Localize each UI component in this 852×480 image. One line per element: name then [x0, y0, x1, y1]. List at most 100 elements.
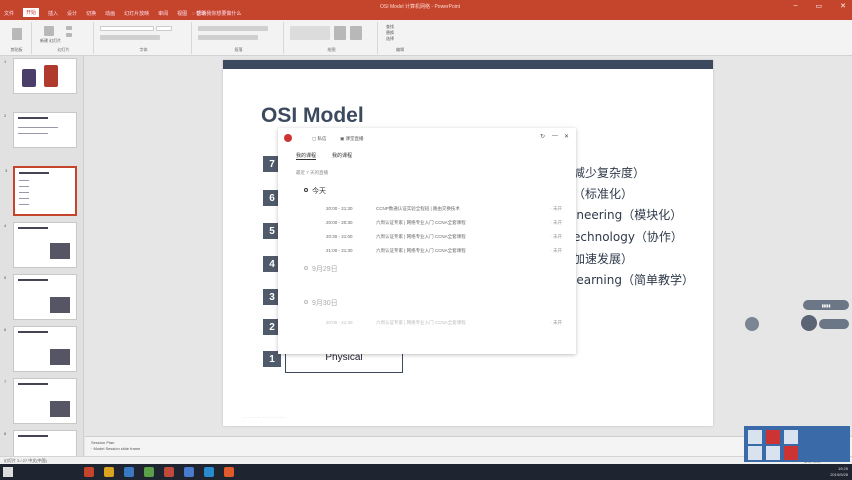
tab-my-courses-alt[interactable]: 我的课程: [332, 152, 352, 160]
close-icon[interactable]: ✕: [564, 133, 569, 140]
slide-thumbnail[interactable]: 4: [4, 222, 77, 268]
row-time: 20:30 - 21:00: [326, 234, 353, 239]
thumbnail-number: 7: [4, 379, 7, 384]
thumbnail-number: 1: [4, 59, 7, 64]
menu-insert[interactable]: 插入: [48, 10, 58, 17]
folder-taskbar-icon[interactable]: [104, 467, 114, 477]
avatar[interactable]: [284, 134, 292, 142]
thumbnail-art: [50, 401, 70, 417]
shapes-gallery[interactable]: [290, 26, 330, 40]
slide-thumbnail[interactable]: 1: [4, 58, 77, 94]
day-marker-icon: [304, 300, 308, 304]
menu-animations[interactable]: 动画: [105, 10, 115, 17]
reason-line: learning（简单教学）: [573, 273, 694, 287]
ribbon: 剪贴板 新建 幻灯片 幻灯片 字体 段落 绘图 查找 替换 选择 编辑: [0, 20, 852, 56]
thumbnail-line: [18, 127, 58, 128]
row-time: 20:00 - 20:30: [326, 220, 353, 225]
menu-slideshow[interactable]: 幻灯片放映: [124, 10, 149, 17]
clock-date: 2019/9/28: [830, 472, 848, 477]
windows-start-icon[interactable]: [3, 467, 13, 477]
app-taskbar-icon[interactable]: [184, 467, 194, 477]
live-status-pill[interactable]: ▮▮▮▮: [803, 300, 849, 310]
slide-thumbnail[interactable]: 2: [4, 112, 77, 148]
row-title: 六周认证专家 | 网络专业入门 CCNA全套课程: [376, 234, 466, 239]
app-taskbar-icon[interactable]: [164, 467, 174, 477]
slide-thumbnail[interactable]: 7: [4, 378, 77, 424]
new-slide-label[interactable]: 新建 幻灯片: [40, 38, 61, 44]
new-slide-icon[interactable]: [44, 26, 54, 36]
timer-pill[interactable]: [819, 319, 849, 329]
ribbon-group-label: 编辑: [396, 47, 404, 52]
menu-review[interactable]: 审阅: [158, 10, 168, 17]
reason-line: （标准化）: [573, 187, 634, 201]
align-buttons[interactable]: [198, 35, 258, 40]
row-time: 20:00 - 21:30: [326, 206, 353, 211]
thumbnail-title: [18, 117, 48, 119]
refresh-icon[interactable]: ↻: [540, 133, 545, 140]
menu-file[interactable]: 文件: [4, 10, 14, 17]
maximize-icon[interactable]: ▭: [816, 2, 823, 10]
title-bar: 文件 开始 插入 设计 切换 动画 幻灯片放映 审阅 视图 帮助 ◌ 告诉我你想…: [0, 0, 852, 20]
menu-transitions[interactable]: 切换: [86, 10, 96, 17]
row-title: CCNP数通认证实验全程班 | 路由交换技术: [376, 206, 460, 211]
tab-my-courses[interactable]: 我的课程: [296, 152, 317, 160]
font-size-select[interactable]: [156, 26, 172, 31]
app-taskbar-icon[interactable]: [144, 467, 154, 477]
reset-icon[interactable]: [66, 33, 72, 37]
video-overlay[interactable]: [744, 426, 850, 462]
quick-styles-icon[interactable]: [350, 26, 362, 40]
schedule-row[interactable]: 20:00 - 20:30 六周认证专家 | 网络专业入门 CCNA全套课程 ·…: [326, 220, 562, 226]
minimize-icon[interactable]: —: [552, 133, 558, 139]
slide-title[interactable]: OSI Model: [261, 104, 364, 128]
close-icon[interactable]: ✕: [840, 2, 846, 10]
select-button[interactable]: 选择: [386, 36, 394, 42]
tell-me-box[interactable]: ◌ 告诉我你想要做什么: [192, 10, 241, 17]
schedule-row[interactable]: 20:00 - 21:30 六周认证专家 | 网络专业入门 CCNA全套课程 ·…: [326, 320, 562, 326]
slide-thumbnail[interactable]: 6: [4, 326, 77, 372]
paste-icon[interactable]: [12, 28, 22, 40]
popup-tabs: 我的课程 我的课程: [296, 152, 352, 160]
row-title: 六周认证专家 | 网络专业入门 CCNA全套课程: [376, 248, 466, 253]
font-format-buttons[interactable]: [100, 35, 160, 40]
live-button[interactable]: ▣ 课堂直播: [340, 136, 364, 142]
tile-icon: [748, 430, 762, 444]
list-buttons[interactable]: [198, 26, 268, 31]
schedule-row[interactable]: 20:00 - 21:30 CCNP数通认证实验全程班 | 路由交换技术 · 未…: [326, 206, 562, 212]
thumbnail-title: [18, 279, 48, 281]
tile-icon: [748, 446, 762, 460]
popup-hint: 最近 7 天的直播: [296, 170, 329, 175]
timer-circle[interactable]: [801, 315, 817, 331]
app-taskbar-icon[interactable]: [204, 467, 214, 477]
layout-icon[interactable]: [66, 26, 72, 30]
day-marker-icon: [304, 266, 308, 270]
thumbnail-title: [18, 383, 48, 385]
thumbnail-art: [50, 243, 70, 259]
font-name-select[interactable]: [100, 26, 154, 31]
floating-circle-button[interactable]: [745, 317, 759, 331]
menu-home[interactable]: 开始: [23, 8, 40, 17]
menu-view[interactable]: 视图: [177, 10, 187, 17]
menu-design[interactable]: 设计: [67, 10, 77, 17]
reason-line: 加速发展）: [573, 252, 634, 266]
schedule-row[interactable]: 21:00 - 21:30 六周认证专家 | 网络专业入门 CCNA全套课程 ·…: [326, 248, 562, 254]
schedule-row[interactable]: 20:30 - 21:00 六周认证专家 | 网络专业入门 CCNA全套课程 ·…: [326, 234, 562, 240]
row-title: 六周认证专家 | 网络专业入门 CCNA全套课程: [376, 220, 466, 225]
live-label: 课堂直播: [345, 136, 364, 141]
minimize-icon[interactable]: –: [794, 2, 798, 10]
thumbnail-art: [22, 69, 36, 87]
ribbon-group-editing: 查找 替换 选择 编辑: [380, 22, 420, 54]
app-taskbar-icon[interactable]: [224, 467, 234, 477]
powerpoint-taskbar-icon[interactable]: [84, 467, 94, 477]
taskbar-clock[interactable]: 19:25 2019/9/28: [830, 466, 848, 478]
reason-line: echnology（协作）: [573, 230, 683, 244]
thumbnail-line: [19, 198, 29, 199]
notes-text: Session Plan · Model Session slide frame: [91, 440, 140, 452]
message-button[interactable]: ▢ 私信: [312, 136, 327, 142]
slide-thumbnail[interactable]: 5: [4, 274, 77, 320]
day-heading: 9月29日: [312, 266, 338, 273]
row-status: · 未开: [550, 248, 562, 253]
arrange-icon[interactable]: [334, 26, 346, 40]
row-status: · 未开: [550, 206, 562, 211]
slide-thumbnail-selected[interactable]: 3: [5, 166, 77, 216]
browser-taskbar-icon[interactable]: [124, 467, 134, 477]
